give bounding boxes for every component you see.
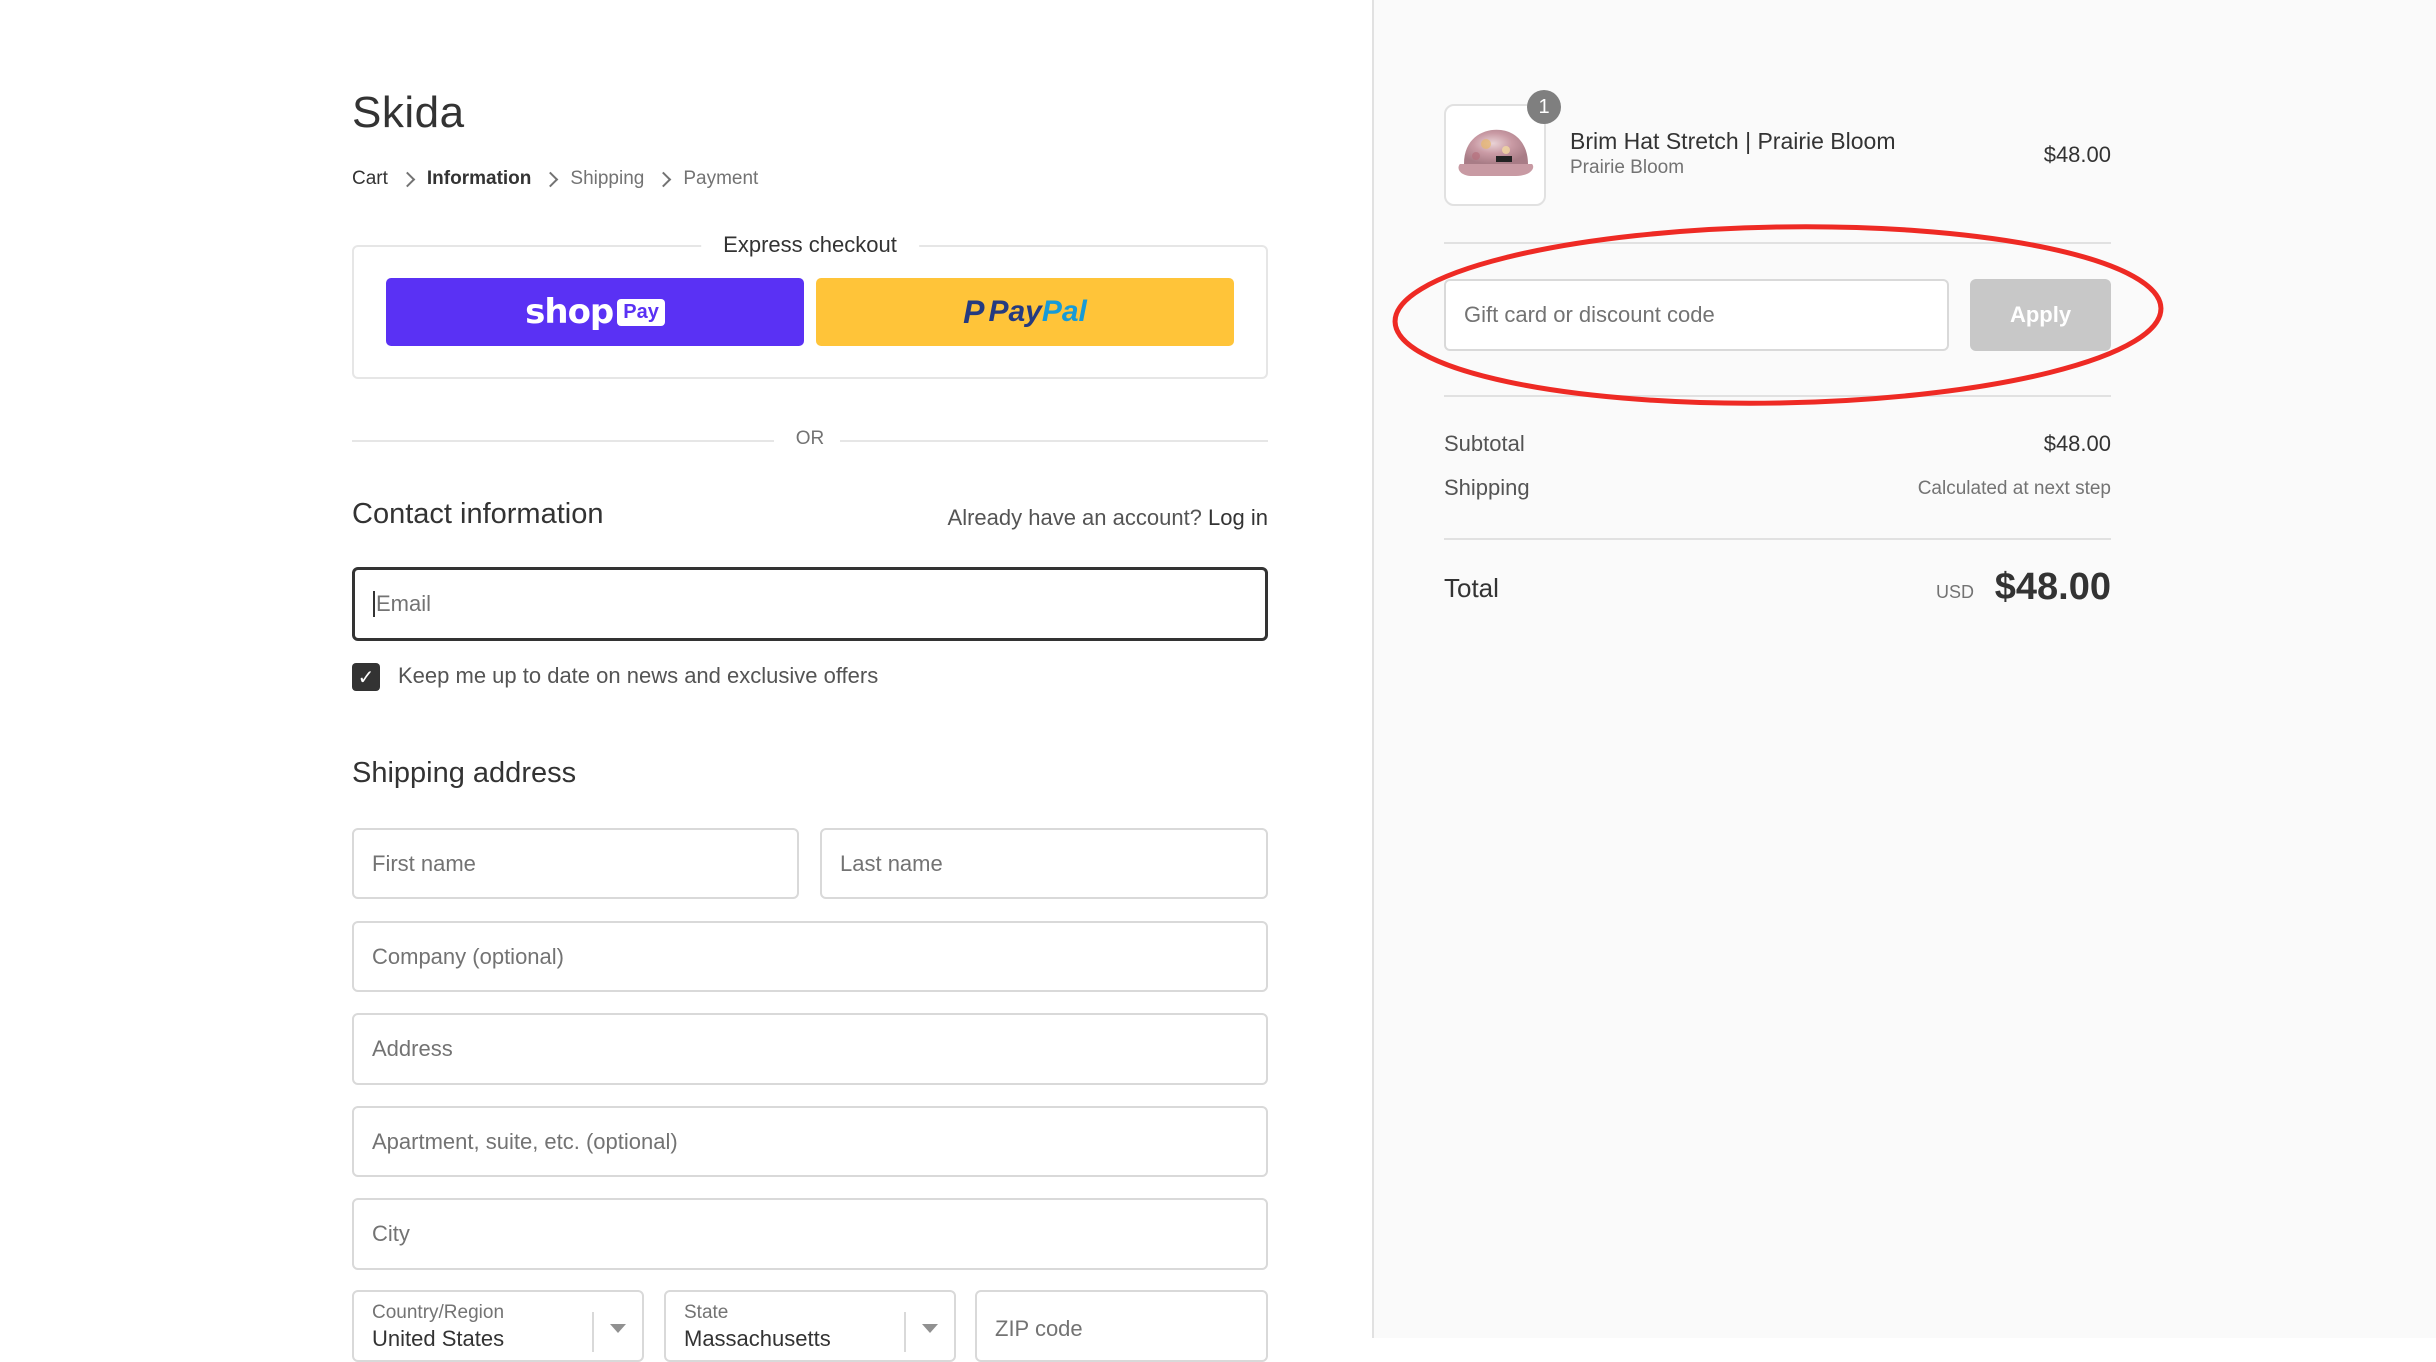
express-checkout-section: Express checkout shop Pay P Pay Pal [352, 232, 1268, 379]
state-select[interactable]: State Massachusetts [664, 1290, 956, 1362]
divider-line [840, 440, 1268, 442]
chevron-right-icon [543, 171, 559, 187]
email-placeholder: Email [376, 591, 432, 616]
checkmark-icon: ✓ [357, 666, 375, 689]
shipping-heading: Shipping address [352, 757, 577, 789]
breadcrumb-payment: Payment [683, 168, 759, 189]
country-select[interactable]: Country/Region United States [352, 1290, 644, 1362]
or-label: OR [795, 428, 825, 449]
email-field[interactable]: Email [352, 567, 1268, 641]
total-label: Total [1444, 573, 1499, 603]
breadcrumb-cart[interactable]: Cart [352, 168, 388, 190]
zip-field[interactable]: ZIP code [975, 1290, 1268, 1362]
chevron-right-icon [656, 171, 672, 187]
or-divider: OR [352, 428, 1268, 454]
select-separator [904, 1312, 906, 1352]
shipping-value: Calculated at next step [1917, 478, 2111, 499]
shop-pay-logo: shop [525, 292, 614, 332]
shop-pay-chip: Pay [617, 298, 665, 326]
total-value: $48.00 [1994, 566, 2111, 608]
divider-line [1444, 242, 2111, 244]
hat-image-icon [1458, 129, 1534, 176]
discount-code-placeholder: Gift card or discount code [1464, 302, 1715, 327]
apartment-placeholder: Apartment, suite, etc. (optional) [372, 1128, 678, 1154]
country-value: United States [372, 1326, 505, 1351]
paypal-wordmark-pay: Pay [988, 295, 1042, 328]
apply-discount-button[interactable]: Apply [1970, 279, 2111, 351]
chevron-down-icon [922, 1324, 938, 1333]
state-value: Massachusetts [684, 1326, 831, 1351]
shipping-label: Shipping [1444, 475, 1530, 500]
product-thumbnail [1444, 104, 1546, 206]
subtotal-value: $48.00 [2043, 431, 2111, 456]
paypal-logo-icon: P [963, 293, 985, 330]
select-separator [592, 1312, 594, 1352]
city-placeholder: City [372, 1221, 410, 1246]
first-name-placeholder: First name [372, 850, 476, 876]
address-field[interactable]: Address [352, 1013, 1268, 1085]
quantity-badge: 1 [1527, 90, 1561, 124]
newsletter-label[interactable]: Keep me up to date on news and exclusive… [398, 663, 878, 689]
product-title: Brim Hat Stretch | Prairie Bloom [1570, 128, 1896, 154]
last-name-field[interactable]: Last name [820, 828, 1268, 899]
first-name-field[interactable]: First name [352, 828, 799, 899]
express-checkout-label: Express checkout [701, 232, 919, 258]
newsletter-checkbox[interactable]: ✓ [352, 663, 380, 691]
product-price: $48.00 [2043, 142, 2111, 167]
address-placeholder: Address [372, 1036, 453, 1061]
paypal-button[interactable]: P Pay Pal [816, 278, 1234, 346]
breadcrumb-information: Information [426, 168, 532, 189]
divider-line [352, 440, 774, 442]
account-prompt: Already have an account? Log in [920, 505, 1268, 531]
product-variant: Prairie Bloom [1570, 157, 1685, 178]
shop-pay-button[interactable]: shop Pay [386, 278, 804, 346]
city-field[interactable]: City [352, 1198, 1268, 1270]
last-name-placeholder: Last name [840, 850, 943, 876]
contact-heading: Contact information [352, 498, 604, 530]
breadcrumb: Cart Information Shipping Payment [352, 168, 758, 190]
country-label: Country/Region [372, 1302, 505, 1323]
state-label: State [684, 1302, 729, 1323]
login-link[interactable]: Log in [1208, 505, 1268, 530]
company-placeholder: Company (optional) [372, 943, 564, 969]
divider-line [1444, 395, 2111, 397]
text-caret [373, 591, 375, 617]
store-name[interactable]: Skida [352, 88, 465, 138]
account-prompt-text: Already have an account? [947, 505, 1202, 530]
chevron-right-icon [399, 171, 416, 187]
company-field[interactable]: Company (optional) [352, 921, 1268, 992]
breadcrumb-shipping: Shipping [570, 168, 645, 189]
total-currency: USD [1935, 582, 1974, 602]
subtotal-label: Subtotal [1444, 431, 1525, 456]
zip-placeholder: ZIP code [995, 1316, 1083, 1341]
discount-code-field[interactable]: Gift card or discount code [1444, 279, 1949, 351]
divider-line [1444, 538, 2111, 540]
chevron-down-icon [610, 1324, 626, 1333]
apartment-field[interactable]: Apartment, suite, etc. (optional) [352, 1106, 1268, 1177]
paypal-wordmark-pal: Pal [1041, 295, 1087, 328]
